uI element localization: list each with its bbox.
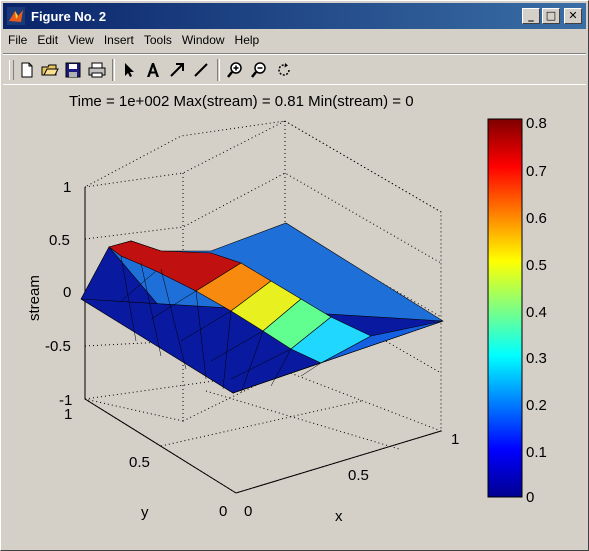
colorbar-tick-label: 0.7 bbox=[526, 163, 547, 180]
x-tick-label: 0 bbox=[244, 503, 252, 520]
z-tick-label: -0.5 bbox=[45, 338, 71, 355]
colorbar-tick-label: 0.5 bbox=[526, 257, 547, 274]
colorbar-tick-label: 0.8 bbox=[526, 115, 547, 132]
figure-window: Figure No. 2 _ □ ✕ File Edit View Insert… bbox=[0, 0, 589, 551]
x-axis-label: x bbox=[335, 508, 343, 525]
y-axis-label: y bbox=[141, 504, 149, 521]
x-tick-label: 0.5 bbox=[348, 467, 369, 484]
y-tick-label: 0.5 bbox=[129, 454, 150, 471]
colorbar-tick-label: 0.3 bbox=[526, 350, 547, 367]
colorbar-tick-label: 0.2 bbox=[526, 397, 547, 414]
colorbar: 0.8 0.7 0.6 0.5 0.4 0.3 0.2 0.1 0 bbox=[487, 115, 547, 506]
z-ticks: 1 0.5 0 -0.5 -1 bbox=[45, 179, 72, 409]
colorbar-tick-label: 0.6 bbox=[526, 210, 547, 227]
z-tick-label: 0 bbox=[63, 284, 71, 301]
z-axis-label: stream bbox=[26, 275, 43, 321]
plot-title: Time = 1e+002 Max(stream) = 0.81 Min(str… bbox=[69, 93, 414, 110]
y-ticks: 1 0.5 0 bbox=[64, 406, 227, 520]
z-tick-label: 0.5 bbox=[49, 232, 70, 249]
y-tick-label: 0 bbox=[219, 503, 227, 520]
figure-canvas[interactable]: Time = 1e+002 Max(stream) = 0.81 Min(str… bbox=[1, 1, 588, 550]
surface-plot bbox=[80, 222, 444, 394]
x-ticks: 0 0.5 1 bbox=[244, 431, 459, 520]
y-tick-label: 1 bbox=[64, 406, 72, 423]
x-tick-label: 1 bbox=[451, 431, 459, 448]
colorbar-tick-label: 0 bbox=[526, 489, 534, 506]
colorbar-tick-label: 0.4 bbox=[526, 304, 547, 321]
colorbar-tick-label: 0.1 bbox=[526, 444, 547, 461]
z-tick-label: 1 bbox=[63, 179, 71, 196]
